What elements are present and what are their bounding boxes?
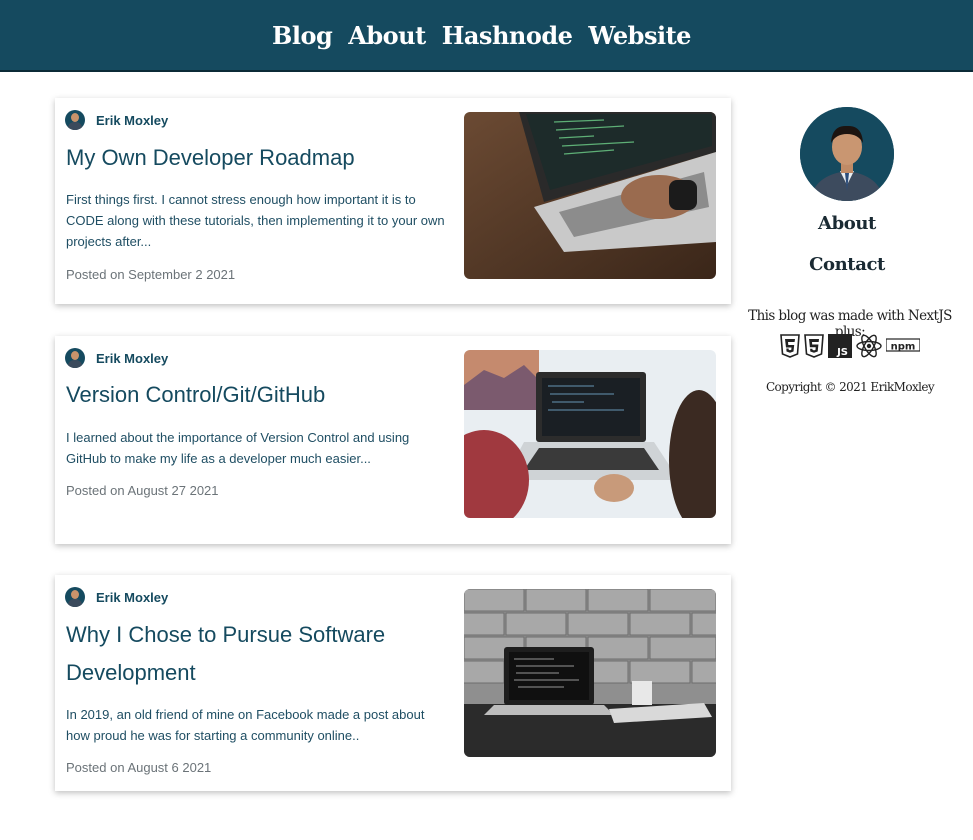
author-avatar xyxy=(65,110,85,130)
post-excerpt: In 2019, an old friend of mine on Facebo… xyxy=(66,707,425,743)
post-title[interactable]: Why I Chose to Pursue Software Developme… xyxy=(66,616,446,692)
npm-icon-label: npm xyxy=(891,342,916,353)
html5-icon xyxy=(780,334,800,358)
post-author: Erik Moxley xyxy=(65,587,168,607)
nav-about-link[interactable]: About xyxy=(348,21,426,50)
js-icon-label: JS xyxy=(836,347,848,358)
laptop-brick-wall-photo xyxy=(464,589,716,757)
npm-icon: npm xyxy=(886,338,920,353)
post-card[interactable]: Erik Moxley My Own Developer Roadmap Fir… xyxy=(55,98,731,304)
css3-icon xyxy=(804,334,824,358)
post-author: Erik Moxley xyxy=(65,348,168,368)
js-icon: JS xyxy=(828,334,852,358)
post-date: Posted on August 27 2021 xyxy=(66,483,219,498)
copyright-text: Copyright © 2021 ErikMoxley xyxy=(765,380,935,394)
author-name: Erik Moxley xyxy=(96,350,169,366)
post-thumbnail[interactable] xyxy=(464,350,716,518)
sidebar-contact-link[interactable]: Contact xyxy=(733,254,961,275)
post-title[interactable]: Version Control/Git/GitHub xyxy=(66,376,446,414)
post-title[interactable]: My Own Developer Roadmap xyxy=(66,139,446,177)
author-avatar xyxy=(65,348,85,368)
post-excerpt: First things first. I cannot stress enou… xyxy=(66,192,445,249)
laptop-typing-photo xyxy=(464,112,716,279)
main-nav: Blog About Hashnode Website xyxy=(272,21,691,50)
tech-icons: JS npm xyxy=(780,334,920,358)
laptop-desk-photo xyxy=(464,350,716,518)
profile-photo xyxy=(800,107,894,201)
post-excerpt: I learned about the importance of Versio… xyxy=(66,430,410,466)
sidebar-about-link[interactable]: About xyxy=(733,213,961,234)
author-name: Erik Moxley xyxy=(96,112,169,128)
author-avatar xyxy=(65,587,85,607)
post-date: Posted on August 6 2021 xyxy=(66,760,212,775)
post-author: Erik Moxley xyxy=(65,110,168,130)
nav-blog-link[interactable]: Blog xyxy=(272,21,333,50)
top-navbar: Blog About Hashnode Website xyxy=(0,0,973,72)
profile-avatar xyxy=(800,107,894,201)
post-thumbnail[interactable] xyxy=(464,589,716,757)
post-thumbnail[interactable] xyxy=(464,112,716,279)
post-date: Posted on September 2 2021 xyxy=(66,267,236,282)
post-card[interactable]: Erik Moxley Version Control/Git/GitHub I… xyxy=(55,336,731,544)
nav-website-link[interactable]: Website xyxy=(588,21,691,50)
nav-hashnode-link[interactable]: Hashnode xyxy=(442,21,573,50)
author-name: Erik Moxley xyxy=(96,589,169,605)
react-icon xyxy=(856,334,882,358)
post-card[interactable]: Erik Moxley Why I Chose to Pursue Softwa… xyxy=(55,575,731,791)
